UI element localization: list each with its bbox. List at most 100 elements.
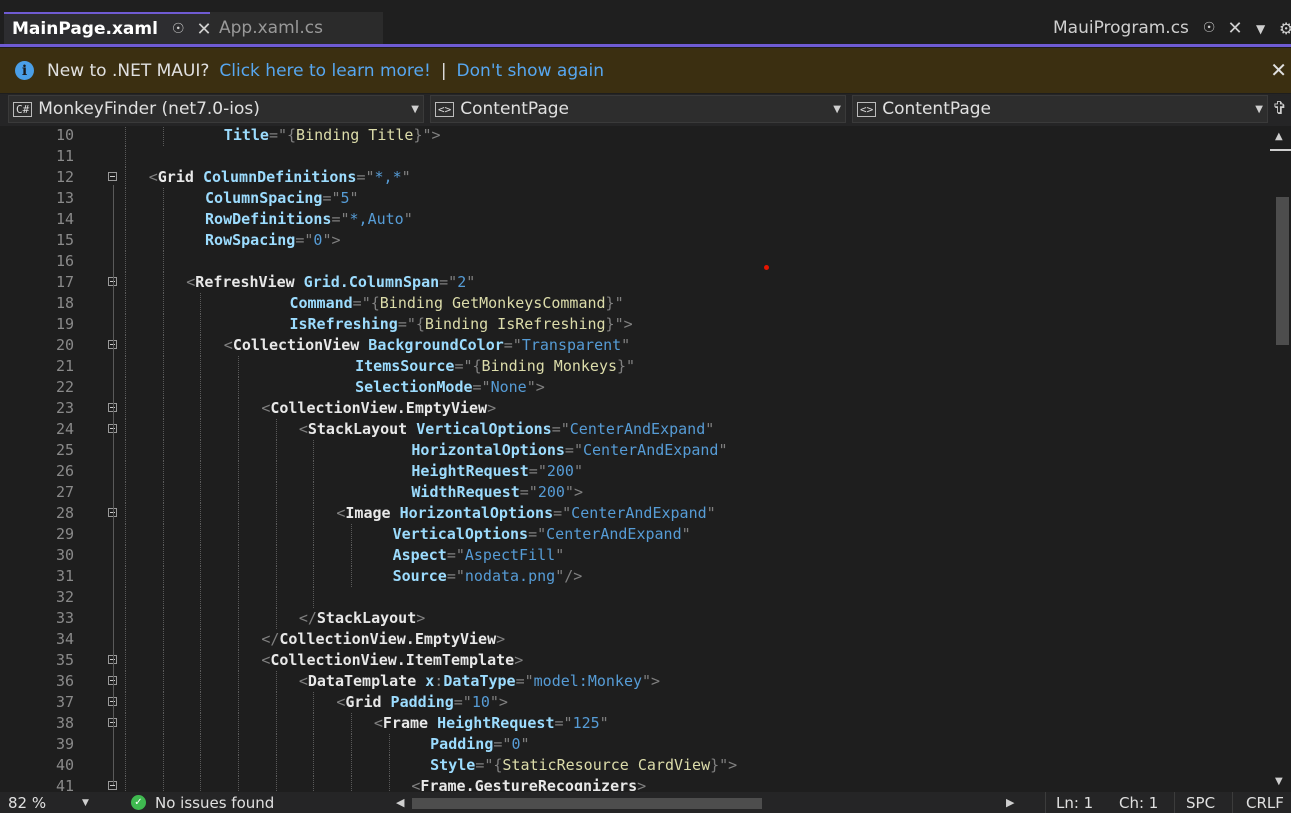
char-number[interactable]: Ch: 1: [1119, 794, 1158, 812]
code-token: =": [493, 735, 512, 753]
line-number[interactable]: Ln: 1: [1056, 794, 1093, 812]
code-text: SelectionMode="None">: [355, 377, 545, 398]
code-token: =": [472, 378, 491, 396]
code-line[interactable]: 19 IsRefreshing="{Binding IsRefreshing}">: [0, 314, 1270, 335]
tab-app-xaml-cs[interactable]: App.xaml.cs: [210, 12, 383, 44]
code-line[interactable]: 27 WidthRequest="200">: [0, 482, 1270, 503]
code-line[interactable]: 21 ItemsSource="{Binding Monkeys}": [0, 356, 1270, 377]
tab-mauiprogram-cs[interactable]: MauiProgram.cs ☉ ✕: [1045, 12, 1250, 44]
vertical-scrollbar[interactable]: ▲ ▼: [1270, 127, 1291, 791]
code-line[interactable]: 14 RowDefinitions="*,Auto": [0, 209, 1270, 230]
code-line[interactable]: 26 HeightRequest="200": [0, 461, 1270, 482]
gear-icon[interactable]: ⚙: [1279, 19, 1291, 38]
dont-show-again-link[interactable]: Don't show again: [457, 61, 604, 81]
code-line[interactable]: 12 <Grid ColumnDefinitions="*,*": [0, 167, 1270, 188]
code-token: CenterAndExpand: [571, 504, 707, 522]
code-line[interactable]: 23 <CollectionView.EmptyView>: [0, 398, 1270, 419]
code-line[interactable]: 10 Title="{Binding Title}">: [0, 127, 1270, 146]
indent-guide: [276, 419, 277, 440]
code-token: Grid: [345, 693, 382, 711]
code-line[interactable]: 37 <Grid Padding="10">: [0, 692, 1270, 713]
code-line[interactable]: 38 <Frame HeightRequest="125": [0, 713, 1270, 734]
line-number: 19: [55, 315, 74, 333]
member-dropdown[interactable]: <> ContentPage ▼: [852, 95, 1268, 123]
active-tab-accent-line: [0, 44, 1291, 47]
code-line[interactable]: 35 <CollectionView.ItemTemplate>: [0, 650, 1270, 671]
zoom-level[interactable]: 82 %: [8, 794, 46, 812]
code-line[interactable]: 29 VerticalOptions="CenterAndExpand": [0, 524, 1270, 545]
code-line[interactable]: 36 <DataTemplate x:DataType="model:Monkey…: [0, 671, 1270, 692]
code-text: VerticalOptions="CenterAndExpand": [393, 524, 691, 545]
code-token: <: [223, 336, 233, 354]
type-dropdown[interactable]: <> ContentPage ▼: [430, 95, 846, 123]
code-token: =": [554, 714, 573, 732]
code-line[interactable]: 18 Command="{Binding GetMonkeysCommand}": [0, 293, 1270, 314]
code-line[interactable]: 16: [0, 251, 1270, 272]
code-token: DataTemplate: [307, 672, 417, 690]
code-line[interactable]: 20 <CollectionView BackgroundColor="Trans…: [0, 335, 1270, 356]
collapse-region-icon[interactable]: [108, 172, 117, 181]
indent-guide: [313, 692, 314, 713]
code-token: }": [605, 294, 624, 312]
code-line[interactable]: 28 <Image HorizontalOptions="CenterAndExp…: [0, 503, 1270, 524]
vertical-scroll-thumb[interactable]: [1276, 197, 1289, 345]
code-line[interactable]: 22 SelectionMode="None">: [0, 377, 1270, 398]
pin-icon[interactable]: ☉: [1203, 20, 1216, 36]
code-token: Binding Title: [296, 127, 414, 144]
code-token: </: [298, 609, 317, 627]
code-line[interactable]: 40 Style="{StaticResource CardView}">: [0, 755, 1270, 776]
indent-guide: [125, 545, 126, 566]
indent-guide: [125, 293, 126, 314]
learn-more-link[interactable]: Click here to learn more!: [219, 61, 430, 81]
code-line[interactable]: 13 ColumnSpacing="5": [0, 188, 1270, 209]
indent-guide: [125, 356, 126, 377]
line-ending[interactable]: CRLF: [1246, 794, 1284, 812]
indent-guide: [276, 545, 277, 566]
code-line[interactable]: 41 <Frame.GestureRecognizers>: [0, 776, 1270, 791]
indentation-mode[interactable]: SPC: [1186, 794, 1215, 812]
code-line[interactable]: 33 </StackLayout>: [0, 608, 1270, 629]
code-text: <CollectionView.EmptyView>: [261, 398, 496, 419]
indent-guide: [163, 251, 164, 272]
code-token: Binding Monkeys: [481, 357, 618, 375]
code-line[interactable]: 32: [0, 587, 1270, 608]
close-icon[interactable]: ✕: [1270, 58, 1287, 82]
indent-guide: [163, 127, 164, 146]
horizontal-scroll-thumb[interactable]: [412, 798, 762, 809]
scroll-up-icon[interactable]: ▲: [1275, 131, 1283, 142]
code-line[interactable]: 15 RowSpacing="0">: [0, 230, 1270, 251]
indent-guide: [125, 608, 126, 629]
chevron-down-icon[interactable]: ▼: [82, 798, 89, 808]
code-token: "/>: [555, 567, 583, 585]
code-line[interactable]: 31 Source="nodata.png"/>: [0, 566, 1270, 587]
code-token: Aspect: [392, 546, 447, 564]
code-line[interactable]: 17 <RefreshView Grid.ColumnSpan="2": [0, 272, 1270, 293]
scroll-left-icon[interactable]: ◀: [396, 796, 404, 809]
code-token: }": [617, 357, 636, 375]
scroll-down-icon[interactable]: ▼: [1275, 776, 1283, 787]
pin-icon[interactable]: ☉: [172, 21, 185, 37]
issues-status[interactable]: No issues found: [155, 794, 274, 812]
close-icon[interactable]: ✕: [1227, 18, 1242, 39]
code-line[interactable]: 25 HorizontalOptions="CenterAndExpand": [0, 440, 1270, 461]
code-line[interactable]: 30 Aspect="AspectFill": [0, 545, 1270, 566]
code-text: </CollectionView.EmptyView>: [261, 629, 505, 650]
code-text: <Grid ColumnDefinitions="*,*": [149, 167, 411, 188]
code-editor[interactable]: 10 Title="{Binding Title}"> 11 12 <Grid Colu…: [0, 127, 1270, 791]
code-token: ": [621, 336, 631, 354]
code-line[interactable]: 39 Padding="0": [0, 734, 1270, 755]
code-line[interactable]: 11: [0, 146, 1270, 167]
indent-guide: [276, 587, 277, 608]
indent-guide: [238, 356, 239, 377]
line-number: 30: [55, 546, 74, 564]
code-line[interactable]: 34 </CollectionView.EmptyView>: [0, 629, 1270, 650]
code-token: VerticalOptions: [416, 420, 552, 438]
tab-list-dropdown-icon[interactable]: ▼: [1256, 22, 1265, 36]
tab-mainpage-xaml[interactable]: MainPage.xaml ☉ ✕: [4, 12, 212, 44]
indent-guide: [125, 398, 126, 419]
scroll-right-icon[interactable]: ▶: [1006, 796, 1014, 809]
code-token: ": [401, 168, 411, 186]
code-line[interactable]: 24 <StackLayout VerticalOptions="CenterAn…: [0, 419, 1270, 440]
split-editor-icon[interactable]: ✞: [1272, 98, 1287, 119]
project-dropdown[interactable]: C# MonkeyFinder (net7.0-ios) ▼: [8, 95, 424, 123]
